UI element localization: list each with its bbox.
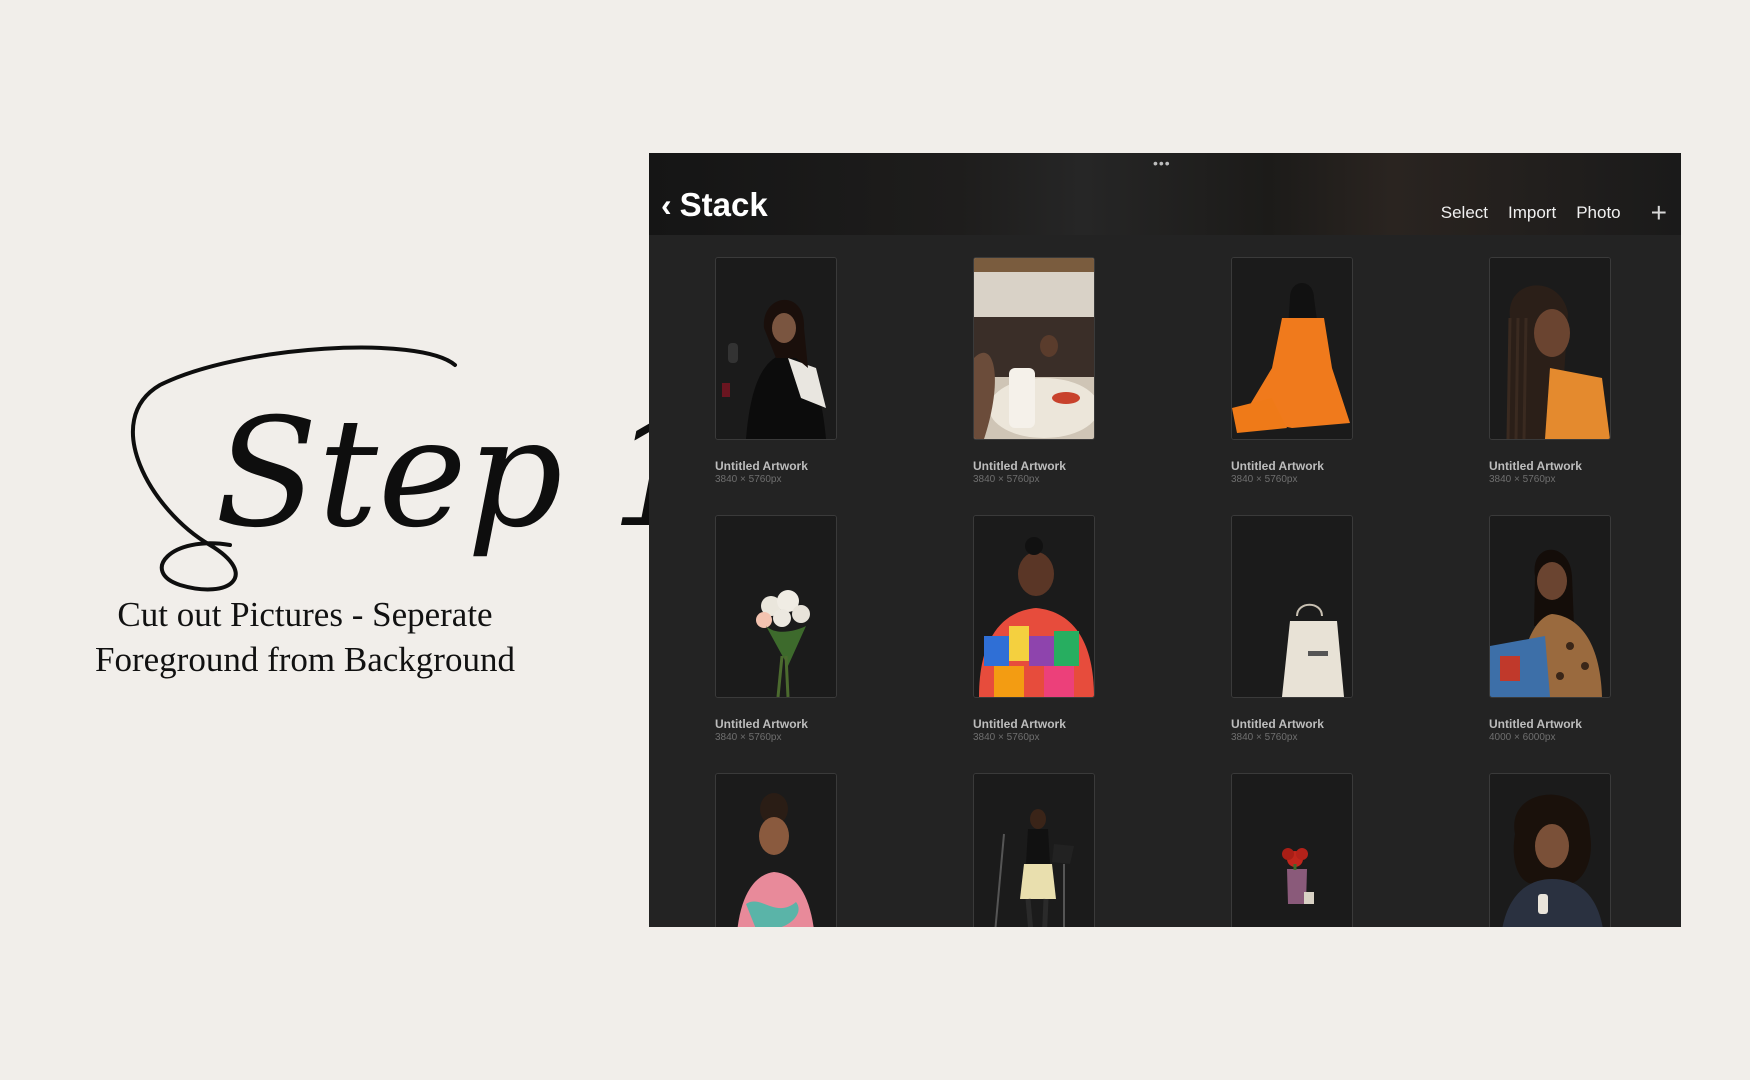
artwork-dimensions: 3840 × 5760px bbox=[1231, 732, 1298, 743]
add-icon[interactable]: + bbox=[1651, 199, 1667, 227]
artwork-tile[interactable]: Untitled Artwork 3840 × 5760px bbox=[973, 257, 1097, 485]
import-button[interactable]: Import bbox=[1508, 203, 1556, 223]
artwork-tile[interactable]: Untitled Artwork 3840 × 5760px bbox=[1231, 515, 1355, 743]
artwork-thumbnail[interactable] bbox=[1489, 515, 1611, 698]
artwork-image-woman-orange-dress bbox=[1232, 258, 1352, 439]
artwork-image-woman-curly-hair bbox=[1490, 774, 1610, 927]
artwork-tile[interactable]: Untitled Artwork 4000 × 6000px bbox=[1489, 515, 1613, 743]
artwork-thumbnail[interactable] bbox=[715, 257, 837, 440]
back-button[interactable]: ‹ Stack bbox=[661, 187, 768, 223]
artwork-name: Untitled Artwork bbox=[1231, 717, 1324, 731]
artwork-image-woman-microphone bbox=[716, 258, 836, 439]
artwork-thumbnail[interactable] bbox=[1231, 257, 1353, 440]
artwork-tile[interactable] bbox=[973, 773, 1097, 927]
artwork-image-woman-braids bbox=[1490, 258, 1610, 439]
artwork-name: Untitled Artwork bbox=[715, 459, 808, 473]
artwork-tile[interactable]: Untitled Artwork 3840 × 5760px bbox=[1489, 257, 1613, 485]
artwork-image-singer-at-mic-stand bbox=[974, 774, 1094, 927]
artwork-dimensions: 3840 × 5760px bbox=[973, 732, 1040, 743]
artwork-tile[interactable]: Untitled Artwork 3840 × 5760px bbox=[1231, 257, 1355, 485]
artwork-dimensions: 3840 × 5760px bbox=[1489, 474, 1556, 485]
stack-header: ••• ‹ Stack Select Import Photo + bbox=[649, 153, 1681, 235]
artwork-tile[interactable]: Untitled Artwork 3840 × 5760px bbox=[973, 515, 1097, 743]
artwork-tile[interactable]: Untitled Artwork 3840 × 5760px bbox=[715, 257, 839, 485]
step-heading: Step 1: bbox=[120, 340, 756, 592]
artwork-tile[interactable]: Untitled Artwork 3840 × 5760px bbox=[715, 515, 839, 743]
artwork-dimensions: 4000 × 6000px bbox=[1489, 732, 1556, 743]
artwork-thumbnail[interactable] bbox=[973, 773, 1095, 927]
artwork-dimensions: 3840 × 5760px bbox=[715, 732, 782, 743]
artwork-image-rose-vase bbox=[1232, 774, 1352, 927]
artwork-thumbnail[interactable] bbox=[1489, 257, 1611, 440]
step-heading-graphic: Step 1: bbox=[130, 345, 756, 592]
artwork-image-shopping-bag bbox=[1232, 516, 1352, 697]
artwork-thumbnail[interactable] bbox=[1231, 515, 1353, 698]
chevron-left-icon: ‹ bbox=[661, 187, 672, 223]
artwork-name: Untitled Artwork bbox=[973, 717, 1066, 731]
step-subtitle: Cut out Pictures - Seperate Foreground f… bbox=[40, 592, 570, 682]
artwork-name: Untitled Artwork bbox=[1489, 717, 1582, 731]
artwork-image-woman-patterned-top bbox=[716, 774, 836, 927]
stack-title: Stack bbox=[679, 186, 768, 223]
artwork-name: Untitled Artwork bbox=[715, 717, 808, 731]
select-button[interactable]: Select bbox=[1441, 203, 1488, 223]
artwork-tile[interactable] bbox=[1231, 773, 1355, 927]
artwork-thumbnail[interactable] bbox=[715, 773, 837, 927]
artwork-image-flower-bouquet bbox=[716, 516, 836, 697]
artwork-dimensions: 3840 × 5760px bbox=[1231, 474, 1298, 485]
header-actions: Select Import Photo + bbox=[1441, 199, 1667, 227]
subtitle-line-2: Foreground from Background bbox=[95, 640, 515, 679]
artwork-name: Untitled Artwork bbox=[1489, 459, 1582, 473]
artwork-tile[interactable] bbox=[1489, 773, 1613, 927]
artwork-thumbnail[interactable] bbox=[973, 515, 1095, 698]
artwork-image-dinner-table bbox=[974, 258, 1094, 439]
artwork-tile[interactable] bbox=[715, 773, 839, 927]
artwork-thumbnail[interactable] bbox=[715, 515, 837, 698]
subtitle-line-1: Cut out Pictures - Seperate bbox=[117, 595, 493, 634]
artwork-thumbnail[interactable] bbox=[1489, 773, 1611, 927]
artwork-thumbnail[interactable] bbox=[1231, 773, 1353, 927]
window-grabber[interactable]: ••• bbox=[1153, 155, 1171, 171]
artwork-dimensions: 3840 × 5760px bbox=[715, 474, 782, 485]
app-screenshot: ••• ‹ Stack Select Import Photo + Untitl… bbox=[649, 153, 1681, 927]
photo-button[interactable]: Photo bbox=[1576, 203, 1620, 223]
artwork-image-woman-reading-book bbox=[1490, 516, 1610, 697]
artwork-thumbnail[interactable] bbox=[973, 257, 1095, 440]
artwork-name: Untitled Artwork bbox=[1231, 459, 1324, 473]
artwork-dimensions: 3840 × 5760px bbox=[973, 474, 1040, 485]
artwork-image-woman-colorful-jacket bbox=[974, 516, 1094, 697]
artwork-name: Untitled Artwork bbox=[973, 459, 1066, 473]
